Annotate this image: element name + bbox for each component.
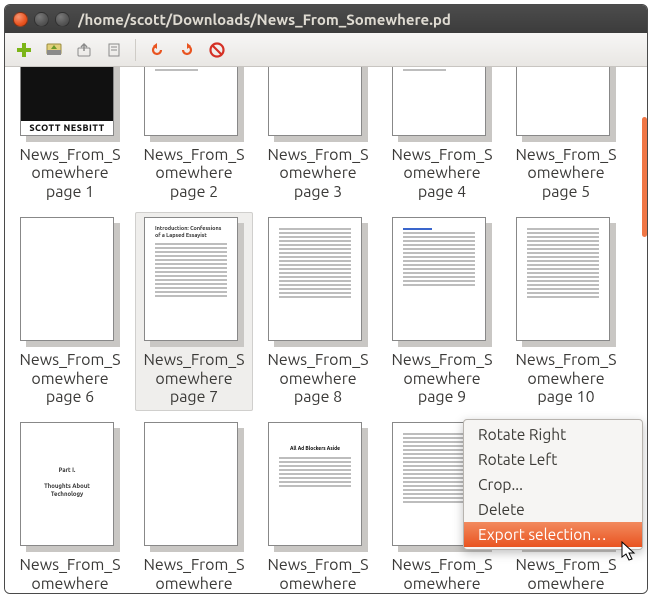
thumb-wrap: Part I.Thoughts About Technology (20, 422, 120, 552)
page-thumbnail[interactable]: News_From_Somewhere page 12 (135, 417, 253, 593)
thumb-wrap: All Ad Blockers Aside (268, 422, 368, 552)
thumb-page: SCOTT NESBITT (20, 67, 114, 136)
plus-icon (15, 41, 33, 59)
minimize-icon[interactable] (34, 12, 49, 27)
thumb-wrap (268, 217, 368, 347)
thumb-caption: News_From_Somewhere page 2 (140, 146, 248, 201)
cover-author: SCOTT NESBITT (21, 121, 113, 135)
maximize-icon[interactable] (55, 12, 70, 27)
page-thumbnail[interactable]: News_From_Somewhere page 2 (135, 67, 253, 206)
thumb-page (144, 422, 238, 546)
page-thumbnail[interactable]: News_From_Somewhere page 5 (507, 67, 625, 206)
thumb-page (144, 67, 238, 136)
export-button[interactable] (71, 37, 97, 63)
page-thumbnail[interactable]: News_From_Somewhere page 3 (259, 67, 377, 206)
thumb-wrap: Introduction: Confessions of a Lapsed Es… (144, 217, 244, 347)
thumb-page: All Ad Blockers Aside (268, 422, 362, 546)
delete-button[interactable] (204, 37, 230, 63)
thumb-page (268, 217, 362, 341)
context-menu-item[interactable]: Delete (464, 497, 642, 522)
thumb-caption: News_From_Somewhere page 7 (140, 351, 248, 406)
part-title: Part I.Thoughts About Technology (31, 467, 103, 498)
thumb-caption: News_From_Somewhere page 3 (264, 146, 372, 201)
thumb-caption: News_From_Somewhere page 12 (140, 556, 248, 593)
thumbnail-area[interactable]: SCOTT NESBITT News_From_Somewhere page 1… (5, 67, 647, 593)
thumb-page (20, 217, 114, 341)
toolbar-separator (135, 39, 136, 61)
chapter-heading: All Ad Blockers Aside (279, 445, 351, 451)
thumb-caption: News_From_Somewhere page 4 (388, 146, 496, 201)
thumb-wrap (392, 67, 492, 142)
page-thumbnail[interactable]: News_From_Somewhere page 6 (11, 212, 129, 411)
add-button[interactable] (11, 37, 37, 63)
thumb-page: Introduction: Confessions of a Lapsed Es… (144, 217, 238, 341)
no-entry-icon (208, 41, 226, 59)
app-window: /home/scott/Downloads/News_From_Somewher… (4, 4, 648, 594)
save-button[interactable] (41, 37, 67, 63)
thumb-caption: News_From_Somewhere page 6 (16, 351, 124, 406)
close-icon[interactable] (13, 12, 28, 27)
thumb-wrap (144, 422, 244, 552)
thumb-page (516, 217, 610, 341)
page-thumbnail[interactable]: Introduction: Confessions of a Lapsed Es… (135, 212, 253, 411)
page-thumbnail[interactable]: News_From_Somewhere page 4 (383, 67, 501, 206)
rotate-right-icon (178, 41, 196, 59)
rotate-left-button[interactable] (144, 37, 170, 63)
page-thumbnail[interactable]: News_From_Somewhere page 8 (259, 212, 377, 411)
rotate-right-button[interactable] (174, 37, 200, 63)
thumb-caption: News_From_Somewhere page 10 (512, 351, 620, 406)
page-thumbnail[interactable]: Part I.Thoughts About Technology News_Fr… (11, 417, 129, 593)
thumb-page: Part I.Thoughts About Technology (20, 422, 114, 546)
thumb-page (392, 67, 486, 136)
thumb-wrap (516, 67, 616, 142)
rotate-left-icon (148, 41, 166, 59)
thumb-caption: News_From_Somewhere page 8 (264, 351, 372, 406)
thumb-caption: News_From_Somewhere page 9 (388, 351, 496, 406)
thumb-wrap (144, 67, 244, 142)
page-thumbnail[interactable]: News_From_Somewhere page 10 (507, 212, 625, 411)
thumb-caption: News_From_Somewhere page 15 (512, 556, 620, 593)
page-thumbnail[interactable]: News_From_Somewhere page 9 (383, 212, 501, 411)
thumb-wrap (268, 67, 368, 142)
window-title: /home/scott/Downloads/News_From_Somewher… (78, 11, 451, 28)
thumb-page (392, 217, 486, 341)
drive-icon (45, 41, 63, 59)
page-icon (105, 41, 123, 59)
window-controls (13, 12, 70, 27)
page-thumbnail[interactable]: SCOTT NESBITT News_From_Somewhere page 1 (11, 67, 129, 206)
thumb-caption: News_From_Somewhere page 14 (388, 556, 496, 593)
export-icon (75, 41, 93, 59)
context-menu-item[interactable]: Export selection… (464, 522, 642, 547)
context-menu: Rotate RightRotate LeftCrop...DeleteExpo… (463, 419, 643, 550)
thumb-caption: News_From_Somewhere page 13 (264, 556, 372, 593)
thumb-caption: News_From_Somewhere page 1 (16, 146, 124, 201)
thumb-caption: News_From_Somewhere page 11 (16, 556, 124, 593)
page-thumbnail[interactable]: All Ad Blockers Aside News_From_Somewher… (259, 417, 377, 593)
thumb-wrap: SCOTT NESBITT (20, 67, 120, 142)
thumb-wrap (392, 217, 492, 347)
thumb-page (516, 67, 610, 136)
thumb-page (268, 67, 362, 136)
thumb-caption: News_From_Somewhere page 5 (512, 146, 620, 201)
thumb-wrap (20, 217, 120, 347)
thumb-wrap (516, 217, 616, 347)
properties-button[interactable] (101, 37, 127, 63)
context-menu-item[interactable]: Rotate Right (464, 422, 642, 447)
context-menu-item[interactable]: Crop... (464, 472, 642, 497)
intro-heading: Introduction: Confessions of a Lapsed Es… (155, 226, 227, 239)
titlebar[interactable]: /home/scott/Downloads/News_From_Somewher… (5, 5, 647, 33)
toolbar (5, 33, 647, 67)
context-menu-item[interactable]: Rotate Left (464, 447, 642, 472)
